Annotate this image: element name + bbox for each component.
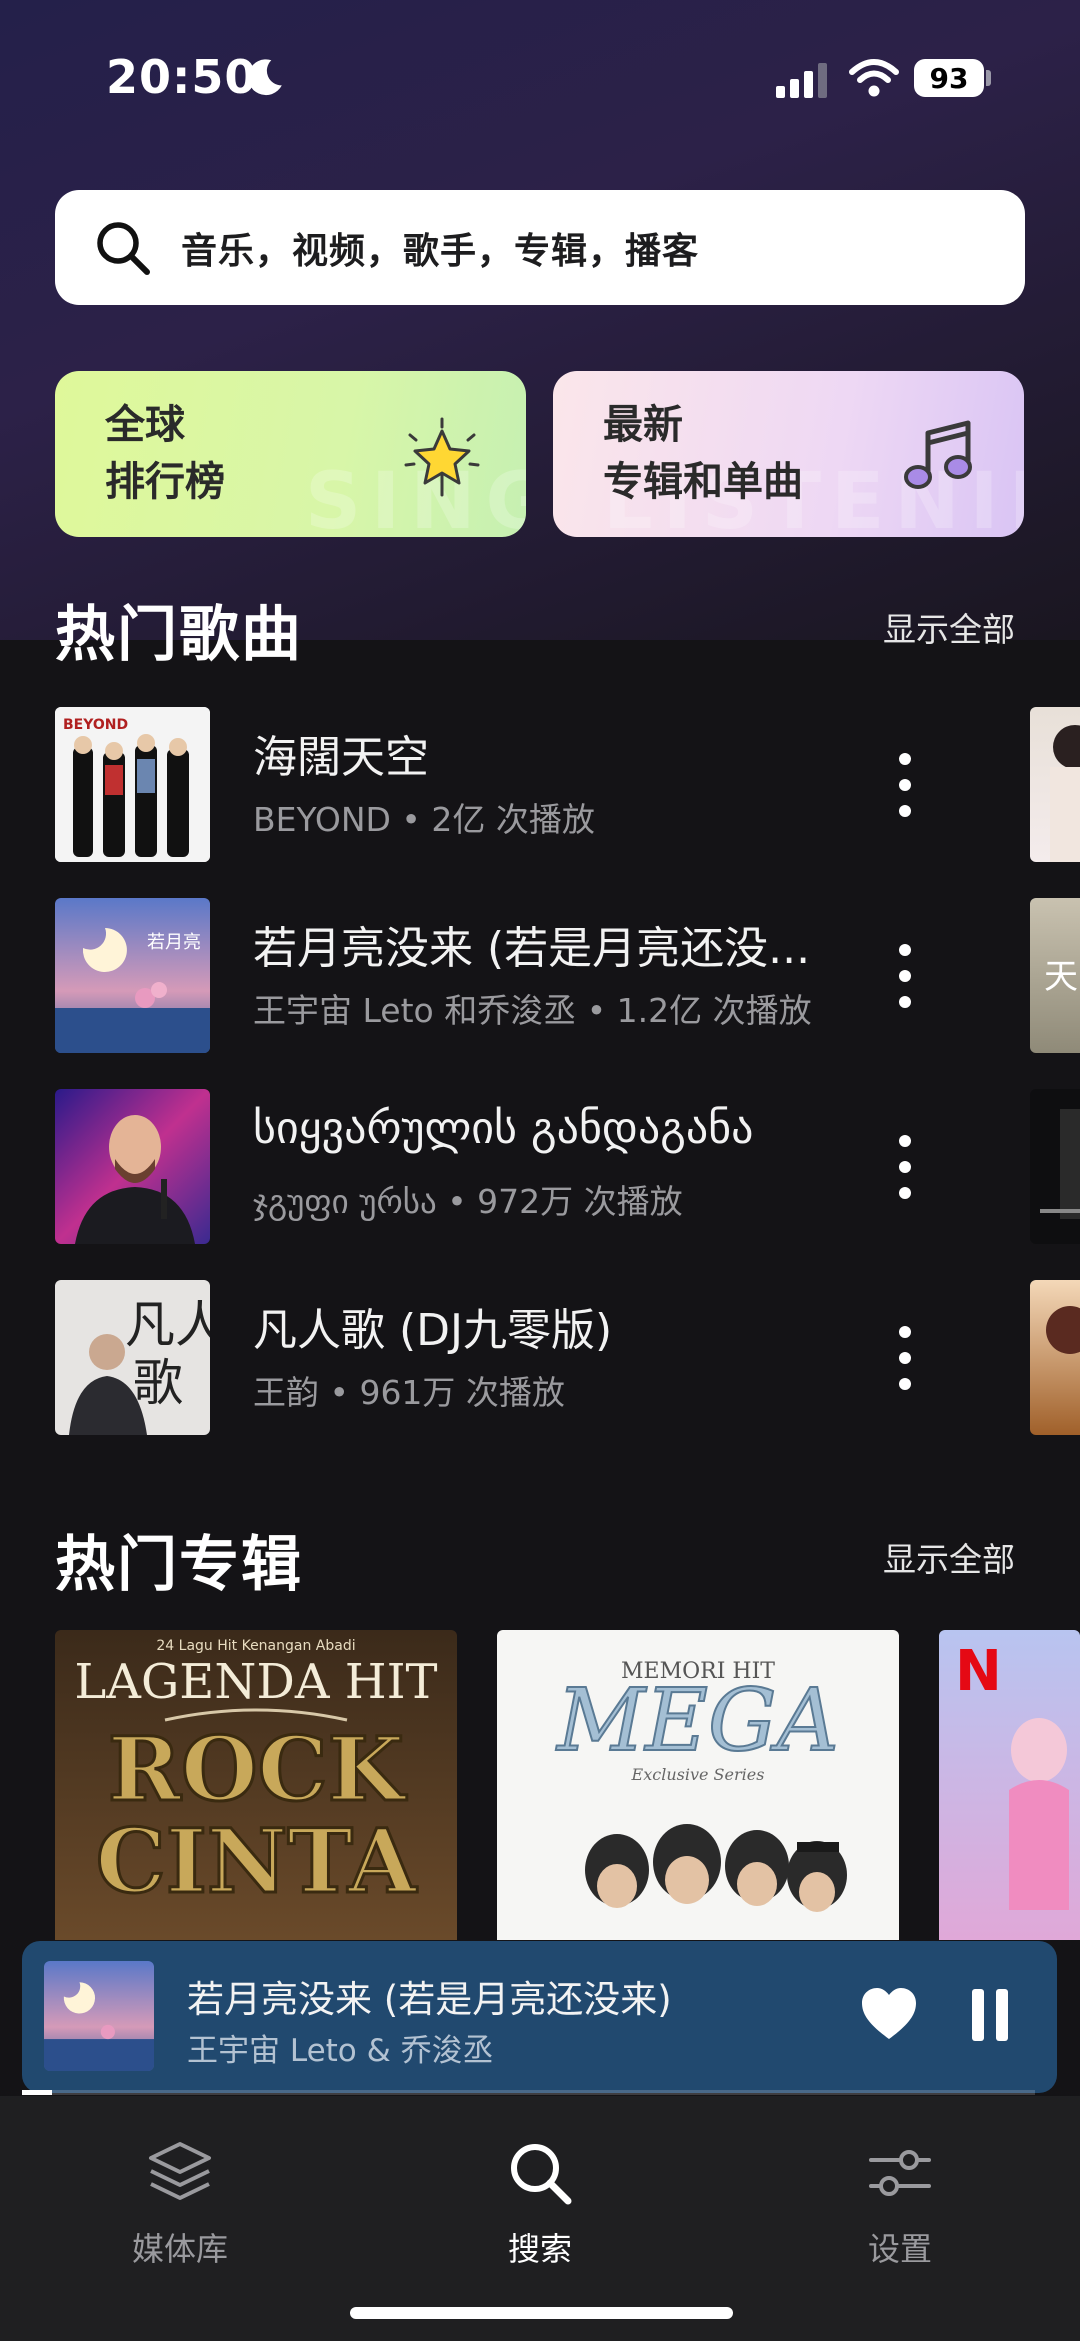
search-icon: [97, 221, 150, 275]
more-options-icon[interactable]: [875, 938, 935, 1014]
tab-label: 设置: [867, 2230, 932, 2268]
svg-text:24 Lagu Hit Kenangan Abadi: 24 Lagu Hit Kenangan Abadi: [156, 1638, 355, 1654]
more-options-icon[interactable]: [875, 1129, 935, 1205]
song-subtitle: 王宇宙 Leto 和乔浚丞 • 1.2亿 次播放: [253, 991, 812, 1030]
svg-text:N: N: [955, 1639, 1002, 1704]
playback-progress-bar[interactable]: [22, 2090, 1035, 2095]
svg-text:LAGENDA HIT: LAGENDA HIT: [74, 1654, 437, 1710]
popular-albums-title: 热门专辑: [55, 1530, 303, 1600]
song-subtitle: 王韵 • 961万 次播放: [253, 1373, 565, 1412]
heart-icon[interactable]: [860, 1987, 918, 2041]
next-page-art-peek: [1030, 1089, 1080, 1244]
svg-text:若月亮: 若月亮: [147, 932, 201, 953]
song-subtitle: BEYOND • 2亿 次播放: [253, 800, 595, 839]
sliders-icon: [869, 2150, 931, 2196]
next-page-art-peek: [1030, 1280, 1080, 1435]
song-title: სიყვარულის განდაგანა: [253, 1103, 754, 1154]
album-art: MEMORI HIT MEGA Exclusive Series: [497, 1630, 899, 1940]
tab-label: 搜索: [507, 2230, 572, 2268]
new-releases-card[interactable]: LISTENING 最新 专辑和单曲: [553, 371, 1024, 537]
more-options-icon[interactable]: [875, 747, 935, 823]
playback-progress-fill: [22, 2090, 53, 2095]
song-subtitle: ჯგუფი ურსა • 972万 次播放: [253, 1182, 683, 1221]
tab-bar: 媒体库 搜索 设置: [0, 2096, 1080, 2341]
svg-text:ROCK: ROCK: [108, 1717, 408, 1821]
global-charts-card[interactable]: SINGING 全球 排行榜: [55, 371, 526, 537]
search-icon: [511, 2144, 572, 2205]
mini-player[interactable]: 若月亮没来 (若是月亮还没来) 王宇宙 Leto & 乔浚丞: [22, 1941, 1057, 2093]
svg-text:歌: 歌: [133, 1354, 183, 1412]
album-art: N: [939, 1630, 1080, 1940]
album-art: 24 Lagu Hit Kenangan Abadi LAGENDA HIT R…: [55, 1630, 457, 1940]
song-title: 凡人歌 (DJ九零版): [253, 1305, 613, 1356]
album-tile[interactable]: MEMORI HIT MEGA Exclusive Series: [497, 1630, 899, 1940]
album-art: 若月亮: [55, 898, 210, 1053]
status-time: 20:50: [106, 50, 258, 104]
now-playing-title: 若月亮没来 (若是月亮还没来): [187, 1978, 672, 2021]
music-note-icon: [904, 420, 972, 489]
svg-text:MEGA: MEGA: [555, 1671, 839, 1771]
cellular-signal-icon: [776, 63, 827, 98]
popular-albums-show-all[interactable]: 显示全部: [883, 1533, 1015, 1581]
card-title-line1: 全球: [105, 402, 185, 448]
tab-settings[interactable]: 设置: [775, 2116, 1025, 2268]
battery-indicator: 93: [914, 59, 984, 97]
card-title-line2: 专辑和单曲: [603, 459, 803, 505]
song-row[interactable]: 凡人 歌 凡人歌 (DJ九零版) 王韵 • 961万 次播放: [55, 1280, 1080, 1435]
svg-text:BEYOND: BEYOND: [63, 717, 128, 733]
moon-icon: [248, 59, 282, 96]
svg-text:天: 天: [1044, 957, 1078, 997]
card-title-line2: 排行榜: [105, 459, 225, 505]
next-page-art-peek: 天: [1030, 898, 1080, 1053]
tab-search[interactable]: 搜索: [415, 2116, 665, 2268]
card-title-line1: 最新: [603, 402, 683, 448]
svg-text:Exclusive Series: Exclusive Series: [631, 1765, 765, 1784]
tab-label: 媒体库: [131, 2230, 228, 2268]
more-options-icon[interactable]: [875, 1320, 935, 1396]
next-page-art-peek: [1030, 707, 1080, 862]
layers-icon: [149, 2142, 211, 2200]
svg-text:凡人: 凡人: [125, 1296, 210, 1354]
song-row[interactable]: BEYOND 海闊天空 BEYOND • 2亿 次播放: [55, 707, 1080, 862]
popular-songs-title: 热门歌曲: [55, 600, 303, 670]
album-art: BEYOND: [55, 707, 210, 862]
album-tile[interactable]: N: [939, 1630, 1080, 1940]
song-row[interactable]: 若月亮 若月亮没来 (若是月亮还没... 王宇宙 Leto 和乔浚丞 • 1.2…: [55, 898, 1080, 1053]
album-art: [55, 1089, 210, 1244]
song-title: 若月亮没来 (若是月亮还没...: [253, 923, 811, 974]
popular-songs-show-all[interactable]: 显示全部: [883, 603, 1015, 651]
album-art: 凡人 歌: [55, 1280, 210, 1435]
star-icon: [404, 417, 480, 497]
album-tile[interactable]: 24 Lagu Hit Kenangan Abadi LAGENDA HIT R…: [55, 1630, 457, 1940]
song-title: 海闊天空: [253, 732, 429, 783]
wifi-icon: [849, 59, 899, 97]
tab-library[interactable]: 媒体库: [55, 2116, 305, 2268]
search-input[interactable]: 音乐，视频，歌手，专辑，播客: [55, 190, 1025, 305]
now-playing-art: [44, 1961, 154, 2071]
pause-icon[interactable]: [970, 1987, 1010, 2043]
search-placeholder: 音乐，视频，歌手，专辑，播客: [181, 230, 700, 272]
svg-text:CINTA: CINTA: [96, 1809, 418, 1913]
home-indicator: [350, 2307, 733, 2319]
now-playing-artist: 王宇宙 Leto & 乔浚丞: [187, 2033, 494, 2069]
battery-tip: [986, 70, 991, 86]
song-row[interactable]: სიყვარულის განდაგანა ჯგუფი ურსა • 972万 次…: [55, 1089, 1080, 1244]
